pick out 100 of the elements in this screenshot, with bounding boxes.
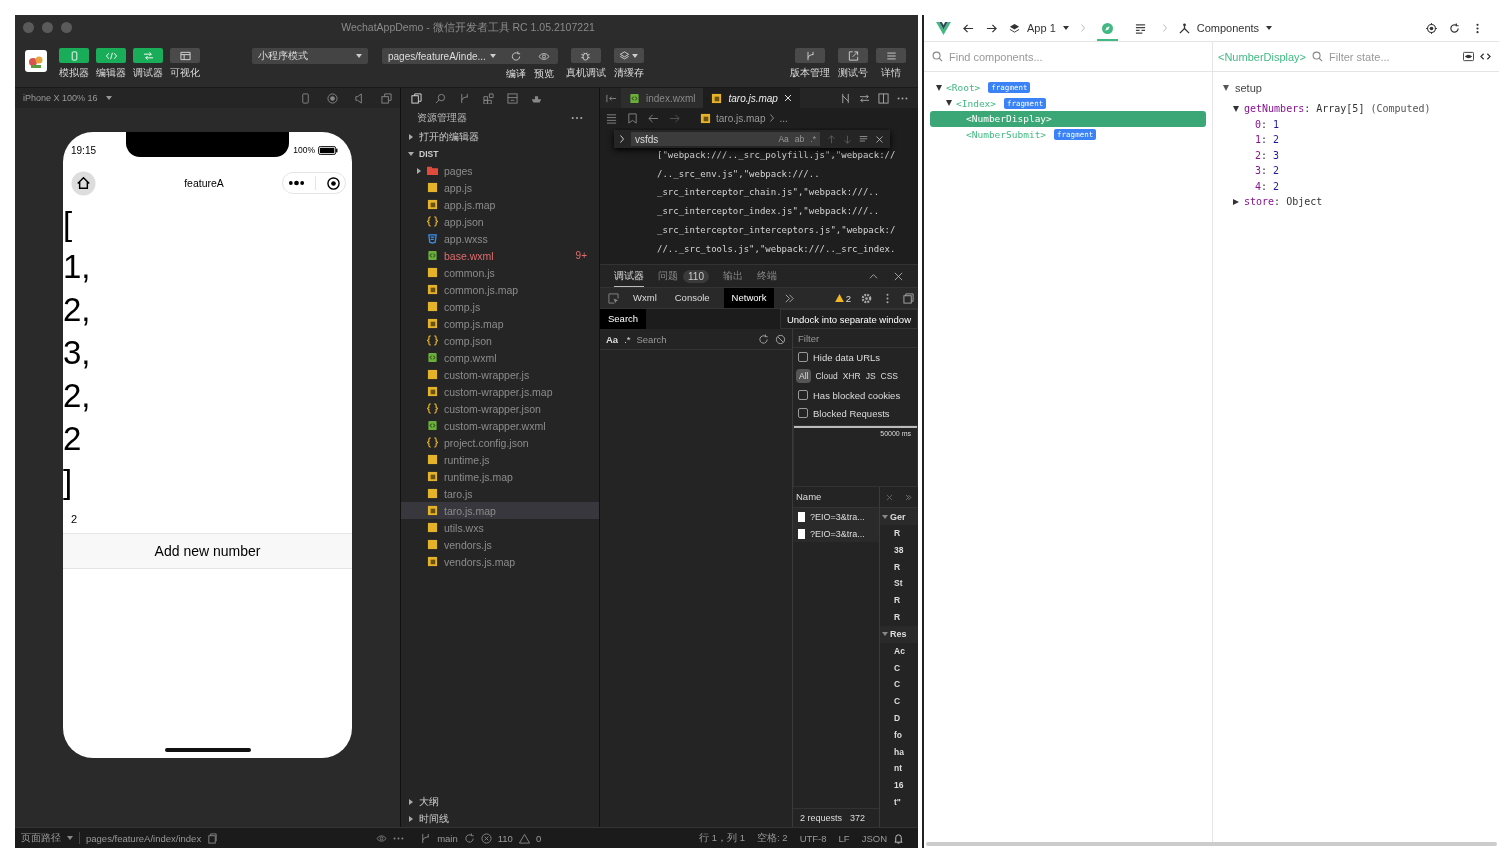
more-tabs-icon[interactable] <box>905 493 912 501</box>
devtools-tab[interactable]: Network <box>723 288 775 308</box>
editor-tab[interactable]: taro.js.map <box>703 88 800 108</box>
record-icon[interactable] <box>327 92 338 104</box>
breadcrumb-item[interactable]: ... <box>779 112 788 124</box>
extensions-icon[interactable] <box>483 92 494 104</box>
indentation[interactable]: 空格: 2 <box>757 831 788 845</box>
language-mode[interactable]: JSON <box>861 832 887 844</box>
editor-tab[interactable]: index.wxml <box>621 88 704 108</box>
compile-select[interactable]: pages/featureA/inde... <box>382 48 502 64</box>
state-property[interactable]: store: Object <box>1223 194 1489 210</box>
storage-icon[interactable] <box>507 92 518 104</box>
view-select[interactable]: Components <box>1178 22 1273 34</box>
explorer-section[interactable]: 打开的编辑器 <box>401 128 599 145</box>
explorer-section[interactable]: DIST <box>401 145 599 162</box>
toolbar-button[interactable] <box>876 48 906 63</box>
breadcrumb-file[interactable]: taro.js.map <box>716 112 766 124</box>
windows-icon[interactable] <box>381 92 392 104</box>
back-icon[interactable] <box>963 22 974 34</box>
file-item[interactable]: utils.wxs <box>401 519 599 536</box>
details-section[interactable]: Res <box>880 625 918 643</box>
type-filter-chip[interactable]: CSS <box>879 369 900 383</box>
file-item[interactable]: pages <box>401 162 599 179</box>
view-toggle-button[interactable] <box>96 48 126 63</box>
file-item[interactable]: custom-wrapper.wxml <box>401 417 599 434</box>
dock-icon[interactable] <box>903 292 914 304</box>
file-item[interactable]: base.wxml 9+ <box>401 247 599 264</box>
find-field[interactable]: vsfds Aa ab .* <box>631 132 820 146</box>
checkbox[interactable] <box>798 390 808 400</box>
close-icon[interactable] <box>893 270 904 282</box>
tool-button[interactable] <box>613 48 644 63</box>
scrollbar[interactable] <box>926 842 1497 846</box>
type-filter-chip[interactable]: JS <box>864 369 877 383</box>
find-option[interactable]: ab <box>794 134 805 144</box>
refresh-icon[interactable] <box>758 333 769 345</box>
device-select[interactable]: iPhone X 100% 16 <box>23 93 98 103</box>
refresh-icon[interactable] <box>1449 22 1460 34</box>
speaker-icon[interactable] <box>354 92 365 104</box>
file-item[interactable]: app.js <box>401 179 599 196</box>
collapse-icon[interactable] <box>606 92 617 104</box>
match-case-toggle[interactable]: Aa <box>606 333 619 345</box>
eye-icon[interactable] <box>1463 51 1474 62</box>
devtools-tab[interactable]: Console <box>670 288 714 308</box>
copy-icon[interactable] <box>207 832 219 844</box>
target-icon[interactable] <box>1426 22 1437 34</box>
selection-icon[interactable] <box>859 134 868 144</box>
file-item[interactable]: app.json <box>401 213 599 230</box>
forward-icon[interactable] <box>986 22 997 34</box>
explorer-section[interactable]: 时间线 <box>401 810 599 827</box>
app-select[interactable]: App 1 <box>1009 22 1069 34</box>
request-row[interactable]: ?EIO=3&tra... <box>793 525 879 542</box>
devtools-tab[interactable]: Wxml <box>629 288 661 308</box>
page-path-label[interactable]: 页面路径 <box>21 831 61 845</box>
file-item[interactable]: comp.wxml <box>401 349 599 366</box>
file-item[interactable]: custom-wrapper.json <box>401 400 599 417</box>
type-filter-chip[interactable]: XHR <box>841 369 862 383</box>
filter-field[interactable]: Filter <box>793 329 918 348</box>
error-count[interactable]: 110 <box>497 832 513 844</box>
explorer-section[interactable]: 大纲 <box>401 793 599 810</box>
search-field[interactable]: Search <box>636 333 752 345</box>
expand-icon[interactable] <box>620 135 624 143</box>
bell-icon[interactable] <box>893 832 904 844</box>
regex-toggle[interactable]: .* <box>624 333 631 345</box>
list-icon[interactable] <box>606 112 617 124</box>
line-ending[interactable]: LF <box>838 832 850 844</box>
checkbox[interactable] <box>798 408 808 418</box>
file-item[interactable]: taro.js <box>401 485 599 502</box>
inspect-icon[interactable] <box>608 292 619 304</box>
file-item[interactable]: runtime.js.map <box>401 468 599 485</box>
file-item[interactable]: custom-wrapper.js.map <box>401 383 599 400</box>
file-item[interactable]: runtime.js <box>401 451 599 468</box>
file-item[interactable]: project.config.json <box>401 434 599 451</box>
view-toggle-button[interactable] <box>133 48 163 63</box>
request-row[interactable]: ?EIO=3&tra... <box>793 508 879 525</box>
add-number-button[interactable]: Add new number <box>63 533 352 569</box>
code-icon[interactable] <box>1480 51 1491 62</box>
file-item[interactable]: app.js.map <box>401 196 599 213</box>
file-item[interactable]: comp.js.map <box>401 315 599 332</box>
drawer-tab[interactable]: Search <box>600 309 647 329</box>
git-branch[interactable]: main <box>437 832 458 844</box>
files-icon[interactable] <box>411 92 422 104</box>
split-icon[interactable] <box>878 92 889 104</box>
type-filter-chip[interactable]: Cloud <box>814 369 839 383</box>
bookmark-icon[interactable] <box>627 112 638 124</box>
panel-tab[interactable]: 输出 <box>722 265 743 287</box>
file-item[interactable]: vendors.js.map <box>401 553 599 570</box>
filter-state-field[interactable]: Filter state... <box>1329 50 1457 63</box>
view-toggle-button[interactable] <box>170 48 200 63</box>
mode-select[interactable]: 小程序模式 <box>252 48 368 64</box>
more-icon[interactable] <box>571 116 583 120</box>
search-icon[interactable] <box>435 92 446 104</box>
warning-count[interactable]: 0 <box>535 832 542 844</box>
file-item[interactable]: comp.js <box>401 298 599 315</box>
type-filter-chip[interactable]: All <box>796 369 812 383</box>
sync-icon[interactable] <box>463 832 475 844</box>
find-option[interactable]: .* <box>810 134 816 144</box>
file-item[interactable]: custom-wrapper.js <box>401 366 599 383</box>
panel-tab[interactable]: 终端 <box>756 265 777 287</box>
panel-tab[interactable]: 问题 110 <box>658 265 709 287</box>
file-item[interactable]: common.js <box>401 264 599 281</box>
